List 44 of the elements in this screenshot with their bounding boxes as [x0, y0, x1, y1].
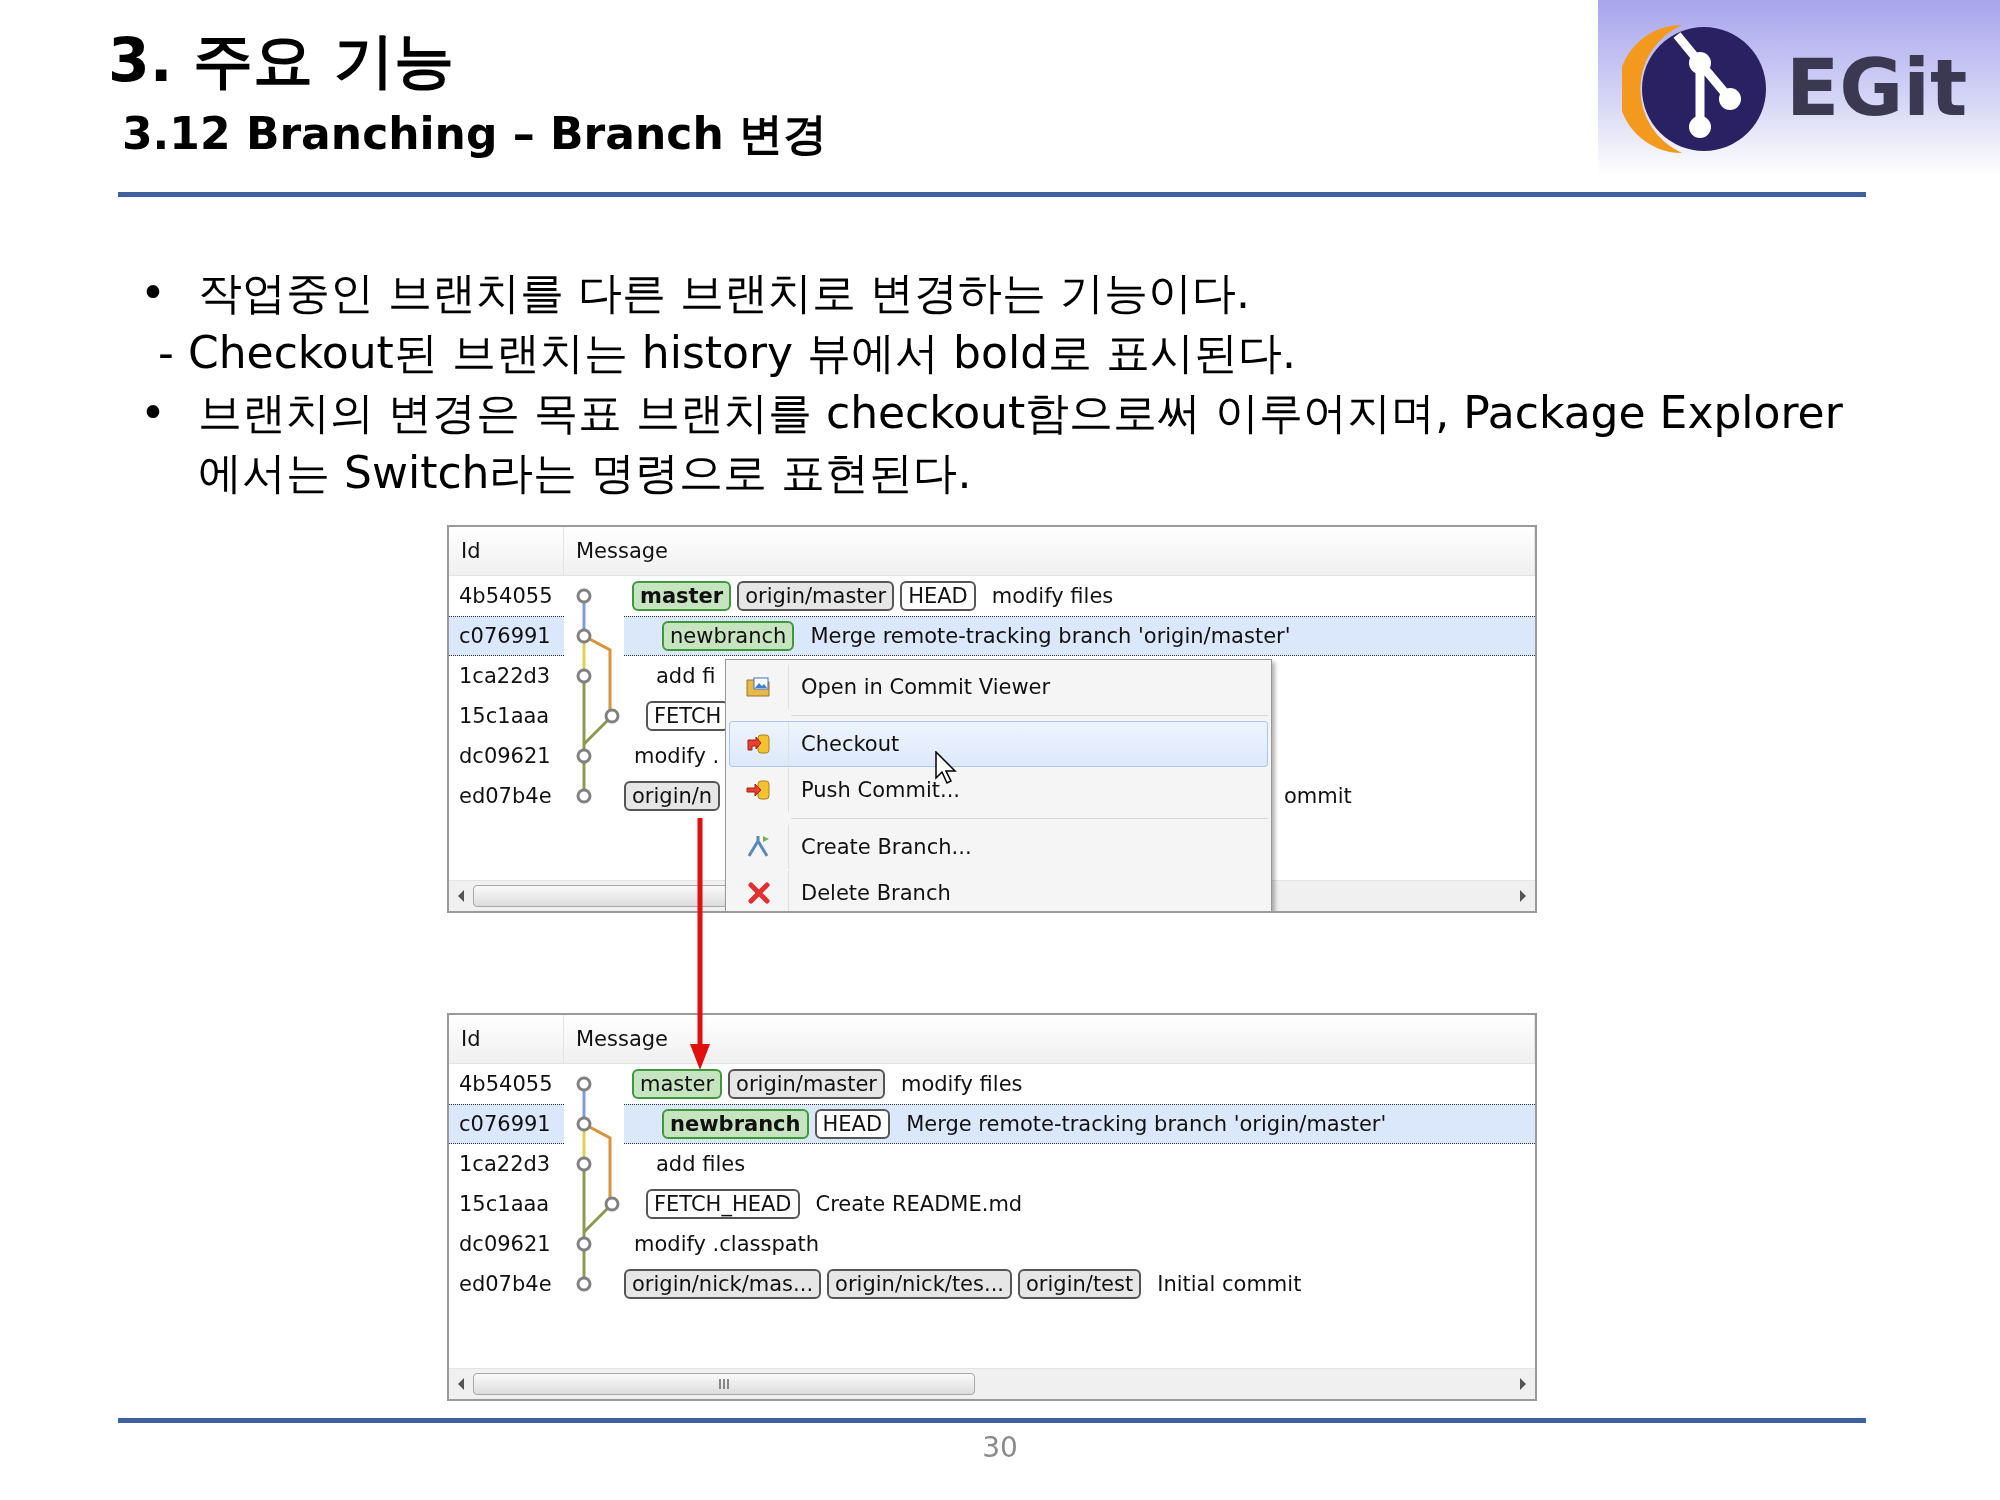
branch-label: origin/nick/tes... [827, 1269, 1012, 1299]
commit-message: modify files [991, 584, 1114, 608]
commit-id: dc09621 [458, 744, 551, 768]
branch-label: master [632, 1069, 723, 1099]
bullet-text: 브랜치의 변경은 목표 브랜치를 checkout함으로써 이루어지며, Package Explorer에서는 Switch라는 명령으로 표현된다. [198, 386, 1844, 500]
bullet-text: Checkout된 브랜치는 history 뷰에서 bold로 표시된다. [188, 326, 1298, 380]
commit-id: 4b54055 [458, 584, 553, 608]
slide-title: 3. 주요 기능 [108, 24, 456, 97]
commit-message: modify .classpath [634, 1232, 820, 1256]
commit-message: ommit [1284, 784, 1353, 808]
dash-marker: - [158, 326, 175, 380]
commit-id: c076991 [458, 1112, 551, 1136]
bullet-marker: • [140, 386, 167, 440]
branch-label: origin/test [1018, 1269, 1142, 1299]
branch-label: HEAD [900, 581, 976, 611]
commit-id: ed07b4e [458, 784, 552, 808]
commit-message: add files [656, 1152, 746, 1176]
branch-label: FETCH_HEAD [646, 1189, 800, 1219]
branch-label: origin/master [737, 581, 895, 611]
commit-id: c076991 [458, 624, 551, 648]
commit-message: Initial commit [1157, 1272, 1302, 1296]
branch-label: HEAD [814, 1109, 891, 1139]
commit-id: 15c1aaa [458, 704, 550, 728]
commit-id: 1ca22d3 [458, 1152, 551, 1176]
commit-id: 4b54055 [458, 1072, 553, 1096]
commit-message: Merge remote-tracking branch 'origin/master' [906, 1112, 1387, 1136]
commit-message: Create README.md [815, 1192, 1023, 1216]
commit-id: 15c1aaa [458, 1192, 550, 1216]
branch-label: master [632, 581, 732, 611]
bullet-marker: • [140, 266, 167, 320]
bullet-text: 작업중인 브랜치를 다른 브랜치로 변경하는 기능이다. [198, 266, 1251, 320]
branch-label: origin/master [728, 1069, 885, 1099]
commit-id: ed07b4e [458, 1272, 552, 1296]
slide-subtitle: 3.12 Branching – Branch 변경 [122, 107, 828, 161]
commit-message: modify files [901, 1072, 1023, 1096]
commit-id: dc09621 [458, 1232, 551, 1256]
logo-text: EGit [1786, 42, 1968, 133]
page-number: 30 [981, 1431, 1019, 1464]
branch-label: newbranch [662, 621, 795, 651]
commit-message: Merge remote-tracking branch 'origin/master' [810, 624, 1291, 648]
branch-label: origin/n [624, 781, 721, 811]
branch-label: newbranch [662, 1109, 809, 1139]
commit-id: 1ca22d3 [458, 664, 551, 688]
branch-label: origin/nick/mas... [624, 1269, 822, 1299]
